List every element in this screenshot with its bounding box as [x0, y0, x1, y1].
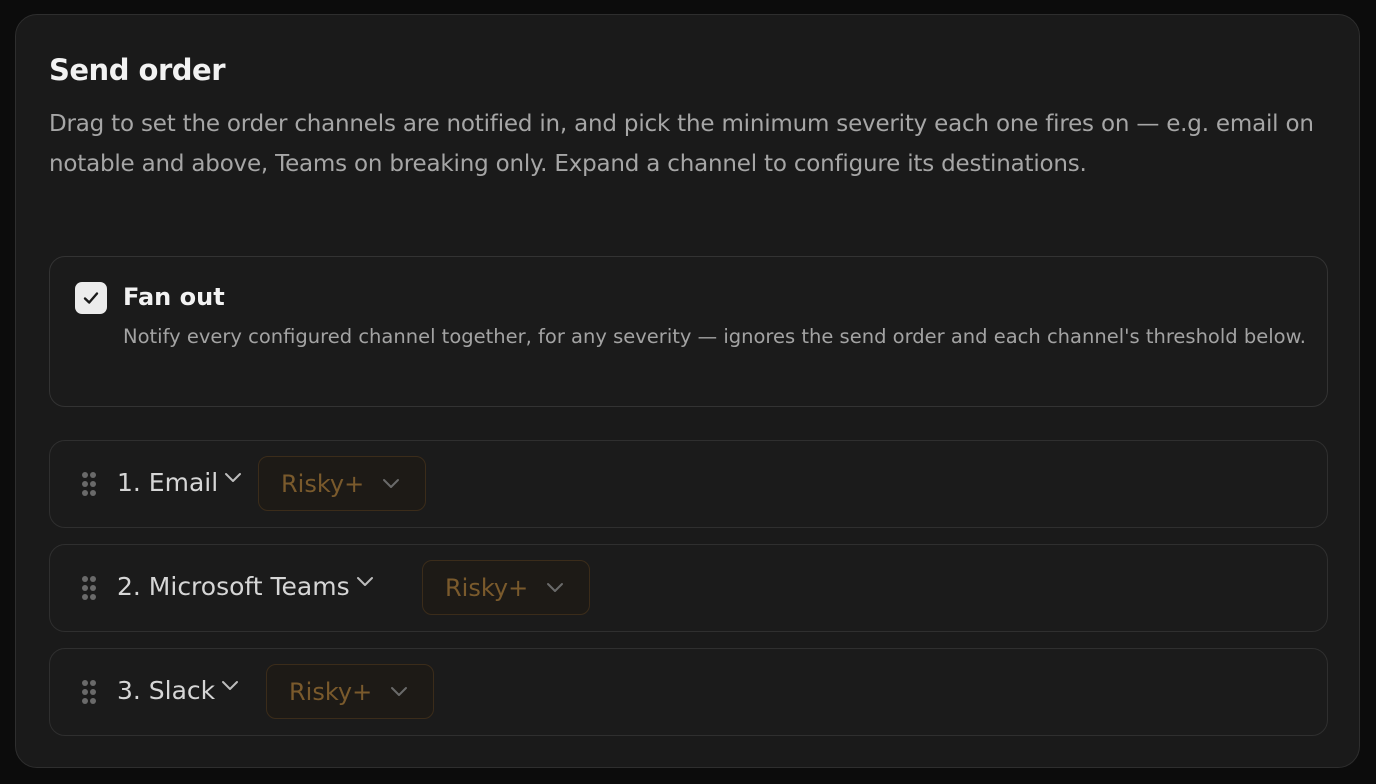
channel-row-email: 1. Email Risky+ — [49, 440, 1328, 528]
severity-value: Risky+ — [289, 677, 373, 706]
section-description: Drag to set the order channels are notif… — [49, 111, 1314, 177]
fan-out-option: Fan out Notify every configured channel … — [49, 256, 1328, 407]
severity-select[interactable]: Risky+ — [258, 456, 426, 511]
section-title: Send order — [49, 53, 226, 87]
drag-handle-icon[interactable] — [81, 679, 97, 705]
chevron-down-icon — [546, 582, 564, 594]
channel-label: 1. Email — [117, 468, 219, 497]
chevron-down-icon — [382, 478, 400, 490]
channel-expand-toggle[interactable]: 3. Slack — [117, 672, 239, 710]
fan-out-help-text: Notify every configured channel together… — [123, 325, 1306, 348]
chevron-down-icon — [221, 680, 239, 692]
chevron-down-icon — [224, 472, 242, 484]
chevron-down-icon — [390, 686, 408, 698]
send-order-panel: Send order Drag to set the order channel… — [15, 14, 1360, 768]
channel-row-microsoft-teams: 2. Microsoft Teams Risky+ — [49, 544, 1328, 632]
channel-row-slack: 3. Slack Risky+ — [49, 648, 1328, 736]
severity-value: Risky+ — [281, 469, 365, 498]
fan-out-label[interactable]: Fan out — [123, 279, 225, 315]
channel-label: 3. Slack — [117, 676, 216, 705]
channel-label: 2. Microsoft Teams — [117, 572, 350, 601]
channel-expand-toggle[interactable]: 1. Email — [117, 464, 242, 502]
severity-select[interactable]: Risky+ — [422, 560, 590, 615]
channel-expand-toggle[interactable]: 2. Microsoft Teams — [117, 568, 374, 606]
severity-select[interactable]: Risky+ — [266, 664, 434, 719]
fan-out-checkbox[interactable] — [75, 282, 107, 314]
drag-handle-icon[interactable] — [81, 471, 97, 497]
drag-handle-icon[interactable] — [81, 575, 97, 601]
severity-value: Risky+ — [445, 573, 529, 602]
chevron-down-icon — [356, 576, 374, 588]
check-icon — [83, 292, 99, 304]
